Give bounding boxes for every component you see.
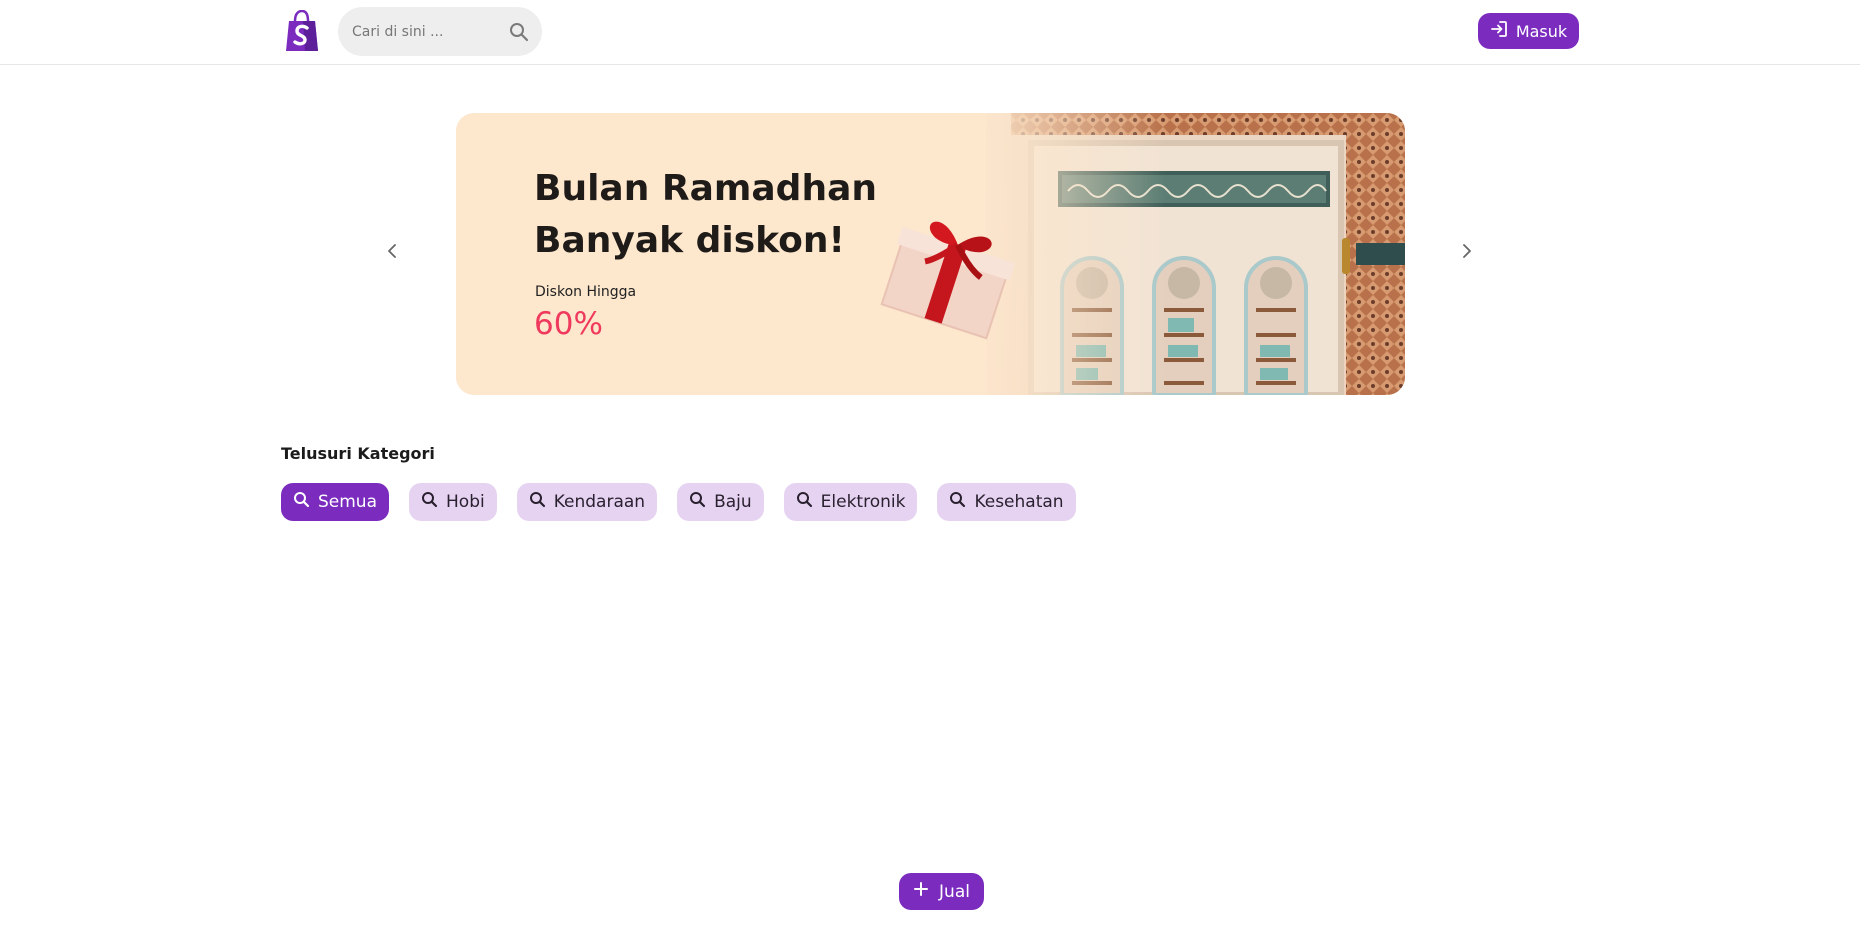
carousel-prev-button[interactable] [381,238,403,268]
top-navbar: Masuk [0,0,1860,65]
category-chip-semua[interactable]: Semua [281,483,390,521]
search-bar [338,7,542,56]
search-input[interactable] [352,7,502,56]
chevron-right-icon [1461,243,1473,263]
category-chip-hobi[interactable]: Hobi [409,483,497,521]
login-button[interactable]: Masuk [1478,13,1579,49]
search-icon[interactable] [508,21,530,43]
sell-label: Jual [939,881,970,902]
category-chip-kesehatan[interactable]: Kesehatan [937,483,1076,521]
category-chip-label: Semua [318,492,378,512]
banner-discount: 60% [534,306,603,342]
category-chip-label: Kendaraan [553,492,646,512]
shopping-bag-icon[interactable] [283,9,321,52]
search-icon [293,491,310,513]
category-chip-label: Kesehatan [974,492,1064,512]
login-label: Masuk [1515,21,1568,41]
chevron-left-icon [386,243,398,263]
category-chip-list: Semua Hobi Kendaraan Baju Elektronik Kesehata… [281,483,1076,521]
category-chip-label: Hobi [446,492,485,512]
search-icon [689,491,706,513]
category-chip-label: Baju [714,492,752,512]
search-icon [421,491,438,513]
sell-button[interactable]: Jual [899,873,984,910]
login-icon [1490,20,1508,42]
category-section-title: Telusuri Kategori [281,444,435,463]
search-icon [949,491,966,513]
category-chip-label: Elektronik [820,492,906,512]
category-chip-baju[interactable]: Baju [677,483,764,521]
banner-title-line2: Banyak diskon! [534,220,845,261]
promo-banner[interactable]: Bulan Ramadhan Banyak diskon! Diskon Hin… [456,113,1405,395]
banner-subtitle: Diskon Hingga [535,284,637,300]
plus-icon [913,881,929,902]
banner-title-line1: Bulan Ramadhan [534,168,878,209]
search-icon [529,491,546,513]
carousel-next-button[interactable] [1456,238,1478,268]
category-chip-elektronik[interactable]: Elektronik [783,483,918,521]
banner-title: Bulan Ramadhan Banyak diskon! [534,163,954,267]
search-icon [796,491,813,513]
category-chip-kendaraan[interactable]: Kendaraan [516,483,658,521]
